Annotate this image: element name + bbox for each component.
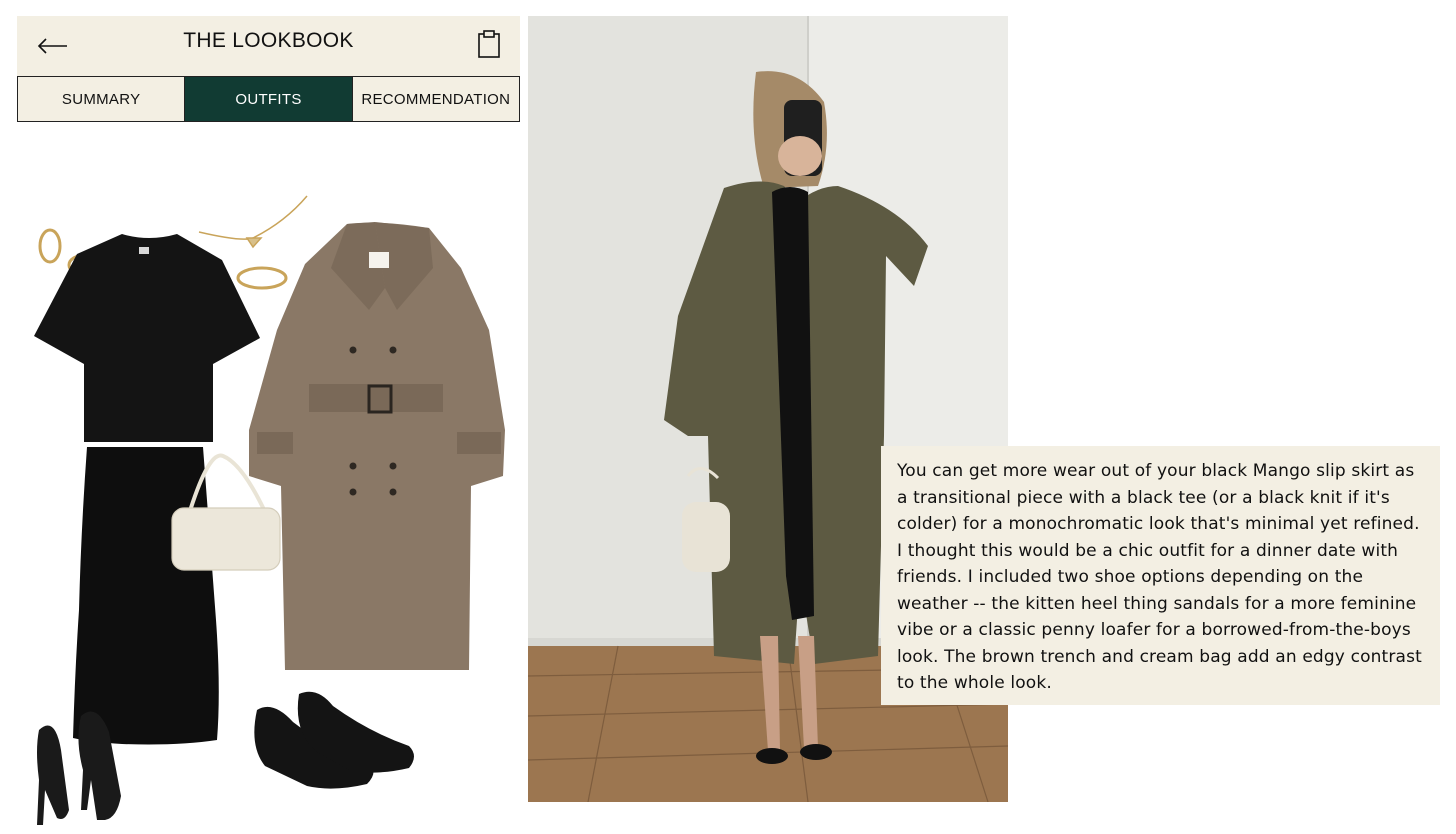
gold-necklace [198,195,308,249]
black-penny-loafers [254,691,414,789]
clipboard-button[interactable] [474,26,504,62]
tab-outfits[interactable]: OUTFITS [184,77,352,121]
outfit-collage [34,195,505,825]
tab-recommendation[interactable]: RECOMMENDATION [351,77,519,121]
trench-coat [249,222,505,670]
caption-text: You can get more wear out of your black … [897,461,1422,693]
outfit-description: You can get more wear out of your black … [881,446,1440,705]
page-title: THE LOOKBOOK [183,29,354,52]
tab-summary[interactable]: SUMMARY [18,77,185,121]
tab-bar: SUMMARY OUTFITS RECOMMENDATION [17,76,520,122]
gold-ring [236,266,288,290]
clipboard-icon [478,30,500,58]
app-header: THE LOOKBOOK [17,16,520,76]
